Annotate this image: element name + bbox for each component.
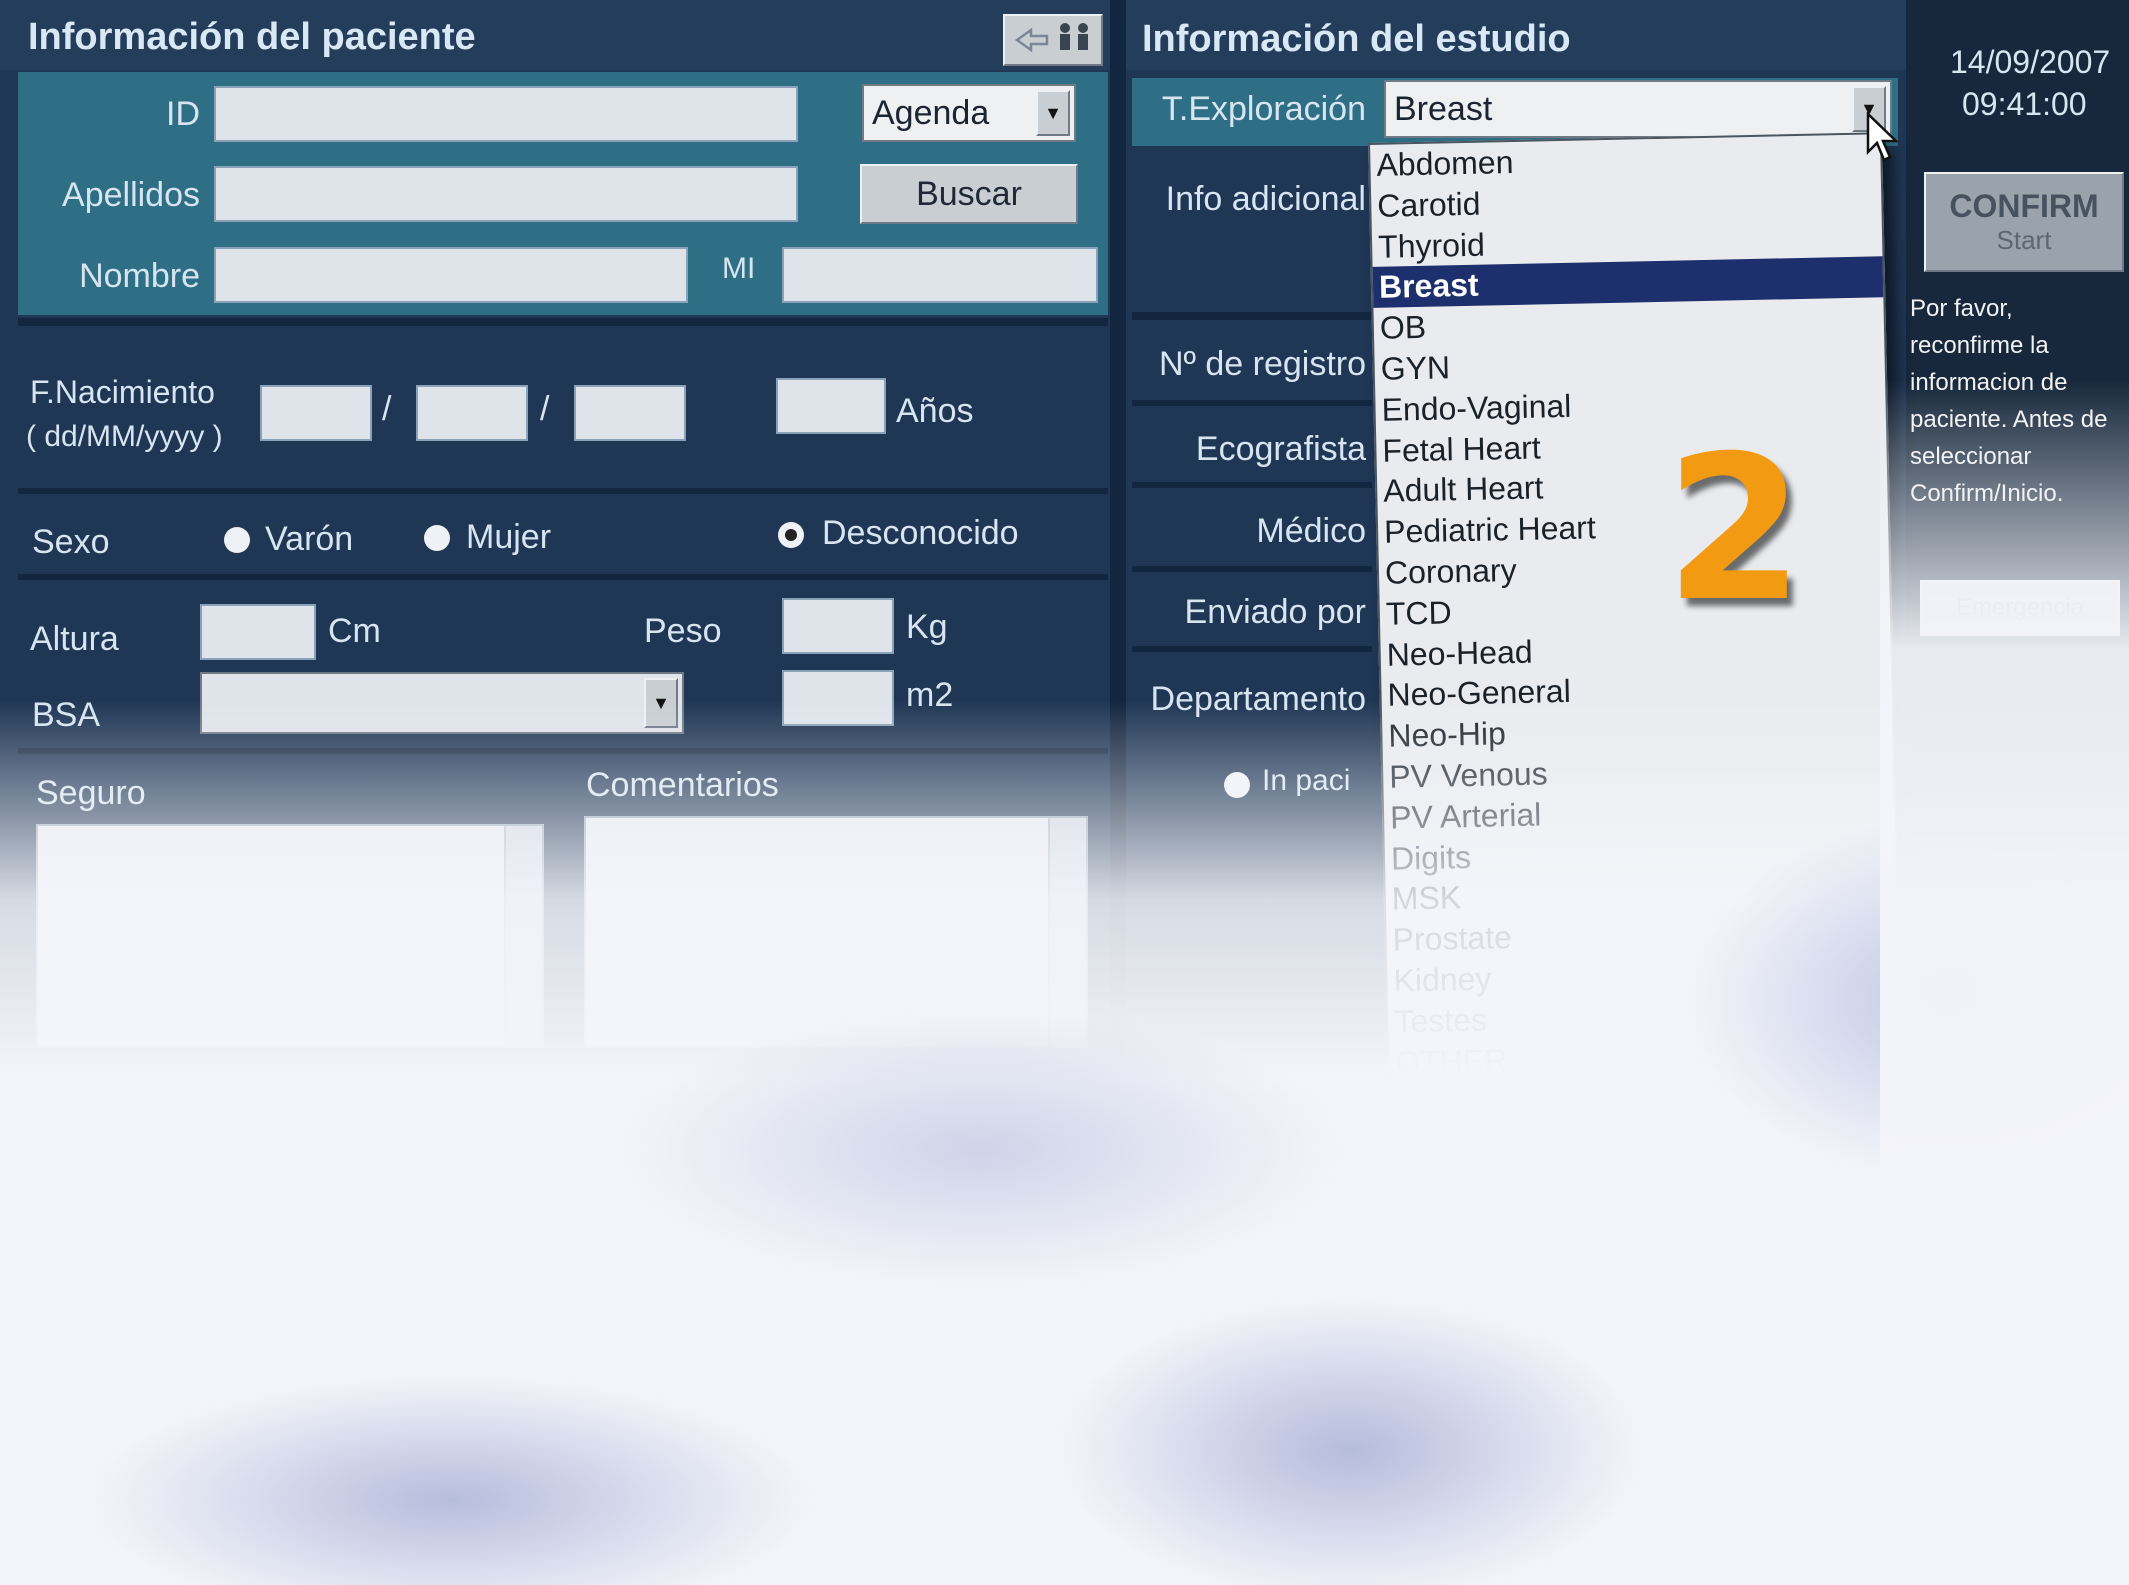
panel-divider — [1132, 312, 1372, 320]
sex-option-label: Mujer — [466, 518, 552, 556]
id-label: ID — [166, 95, 200, 133]
panel-divider — [18, 748, 1108, 754]
emergencia-button[interactable]: Emergencia — [1920, 580, 2120, 636]
peso-label: Peso — [644, 612, 722, 650]
inpatient-radio[interactable] — [1224, 772, 1250, 798]
sex-radio-unknown[interactable] — [778, 522, 804, 548]
panel-divider — [1132, 566, 1372, 572]
patient-toggle-button[interactable] — [1003, 14, 1103, 66]
nombre-field[interactable] — [214, 247, 688, 303]
start-label: Start — [1996, 225, 2052, 255]
cm-label: Cm — [328, 612, 381, 650]
comentarios-label: Comentarios — [586, 766, 779, 804]
panel-divider — [1132, 646, 1372, 652]
apellidos-field[interactable] — [214, 166, 798, 222]
medico-label: Médico — [1256, 512, 1366, 550]
time-display: 09:41:00 — [1962, 86, 2087, 122]
birth-month-field[interactable] — [416, 385, 528, 441]
sexo-label: Sexo — [32, 523, 110, 561]
seguro-textarea[interactable] — [36, 824, 544, 1048]
nombre-label: Nombre — [79, 257, 200, 295]
date-separator: / — [382, 390, 392, 428]
mi-label: MI — [722, 252, 756, 285]
altura-label: Altura — [30, 620, 119, 658]
birth-day-field[interactable] — [260, 385, 372, 441]
scrollbar[interactable] — [1048, 818, 1086, 1046]
panel-divider — [1110, 0, 1126, 1585]
exam-type-value: Breast — [1394, 89, 1493, 128]
fnacimiento-format: ( dd/MM/yyyy ) — [26, 420, 223, 453]
chevron-down-icon[interactable]: ▼ — [644, 678, 678, 728]
buscar-button[interactable]: Buscar — [860, 164, 1078, 224]
panel-divider — [1132, 400, 1372, 406]
agenda-select[interactable]: Agenda ▼ — [862, 84, 1076, 142]
sex-option-label: Desconocido — [822, 514, 1019, 552]
enviado-label: Enviado por — [1184, 593, 1366, 631]
inpatient-label: In paci — [1262, 764, 1351, 797]
sex-radio-male[interactable] — [224, 527, 250, 553]
mouse-pointer-icon — [1866, 112, 1900, 162]
panel-divider — [18, 574, 1108, 580]
mi-field[interactable] — [782, 247, 1098, 303]
step-number: 2 — [1665, 413, 1805, 646]
seguro-label: Seguro — [36, 774, 146, 812]
patient-panel-title: Información del paciente — [28, 16, 476, 58]
texploracion-label: T.Exploración — [1161, 90, 1366, 128]
panel-divider — [18, 488, 1108, 494]
panel-divider — [18, 318, 1108, 326]
bsa-select[interactable]: ▼ — [200, 672, 684, 734]
id-field[interactable] — [214, 86, 798, 142]
chevron-down-icon[interactable]: ▼ — [1036, 90, 1070, 136]
comentarios-textarea[interactable] — [584, 816, 1088, 1048]
confirm-label: CONFIRM — [1949, 188, 2099, 224]
anos-label: Años — [896, 392, 974, 430]
registro-label: Nº de registro — [1158, 345, 1366, 383]
arrow-person-icon — [1014, 23, 1088, 53]
ecografista-label: Ecografista — [1195, 430, 1366, 468]
apellidos-label: Apellidos — [62, 176, 200, 214]
date-separator: / — [540, 390, 550, 428]
kg-label: Kg — [906, 608, 948, 646]
info-adicional-label: Info adicional — [1165, 180, 1366, 218]
birth-year-field[interactable] — [574, 385, 686, 441]
confirm-start-button[interactable]: CONFIRM Start — [1924, 172, 2124, 272]
fnacimiento-label: F.Nacimiento — [30, 374, 215, 410]
peso-field[interactable] — [782, 598, 894, 654]
panel-divider — [1132, 482, 1372, 488]
agenda-select-value: Agenda — [872, 93, 990, 132]
age-field[interactable] — [776, 378, 886, 434]
m2-label: m2 — [906, 676, 954, 714]
bsa-label: BSA — [32, 696, 101, 734]
exam-type-select[interactable]: Breast ▼ — [1384, 80, 1892, 138]
scrollbar[interactable] — [504, 826, 542, 1046]
ultrasound-screen: Información del paciente ID Agenda ▼ Ape… — [0, 0, 2129, 1585]
date-display: 14/09/2007 — [1950, 44, 2111, 80]
bsa-field[interactable] — [782, 670, 894, 726]
study-panel-title: Información del estudio — [1142, 18, 1571, 60]
sex-option-label: Varón — [265, 520, 354, 558]
altura-field[interactable] — [200, 604, 316, 660]
sex-radio-female[interactable] — [424, 525, 450, 551]
departamento-label: Departamento — [1150, 680, 1366, 718]
reconfirm-message: Por favor, reconfirme la informacion de … — [1910, 295, 2108, 507]
